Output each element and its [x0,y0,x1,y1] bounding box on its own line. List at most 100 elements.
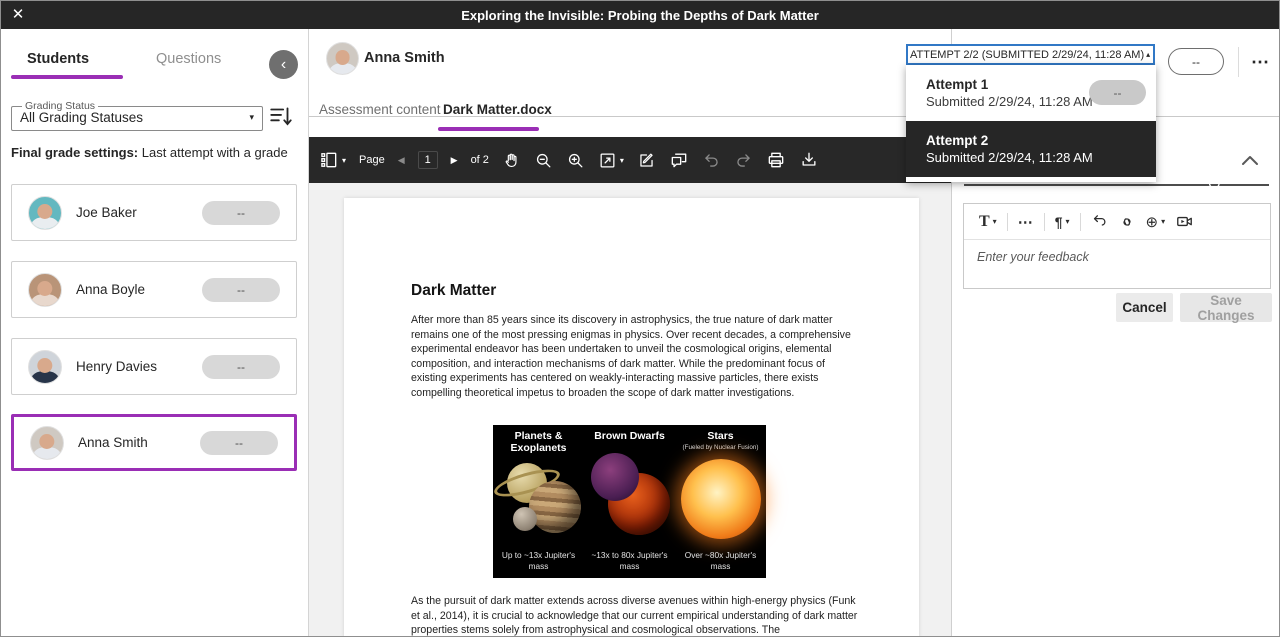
page-total-label: of 2 [471,154,489,166]
sort-students-button[interactable] [267,103,295,131]
edit-pencil-icon [637,151,656,170]
grading-window: ✕ Exploring the Invisible: Probing the D… [0,0,1280,637]
feedback-editor-toolbar: T ▾ ⋯ ¶ ▾ [964,204,1270,240]
download-icon [799,150,819,170]
annotate-button[interactable] [637,151,656,170]
document-paragraph: After more than 85 years since its disco… [411,313,861,401]
document-paragraph: As the pursuit of dark matter extends ac… [411,594,861,637]
attempt-selector-value: ATTEMPT 2/2 (SUBMITTED 2/29/24, 11:28 AM… [910,49,1144,61]
zoom-in-button[interactable] [566,151,585,170]
page-number-input[interactable] [418,151,438,169]
page-layout-button[interactable]: ▾ [319,150,346,170]
download-button[interactable] [799,150,819,170]
video-camera-icon [1175,212,1194,231]
attempt-2-option[interactable]: Attempt 2 Submitted 2/29/24, 11:28 AM [906,121,1156,177]
chevron-down-icon: ▾ [1161,217,1165,226]
insert-link-button[interactable] [1118,213,1136,231]
chevron-down-icon: ▾ [993,217,997,226]
save-changes-button[interactable]: Save Changes [1180,293,1272,322]
grade-pill-button[interactable]: -- [202,355,280,379]
cancel-button[interactable]: Cancel [1116,293,1173,322]
tab-active-underline [11,75,123,79]
zoom-out-icon [534,151,553,170]
student-card-joe-baker[interactable]: Joe Baker -- [11,184,297,241]
insert-content-button[interactable]: ⊕ ▾ [1146,213,1166,231]
avatar [28,350,62,384]
text-style-icon: T [979,213,990,231]
search-document-button[interactable] [1206,175,1225,199]
previous-page-button[interactable]: ◀ [398,155,405,166]
tab-active-underline [438,127,539,131]
paragraph-icon: ¶ [1055,214,1063,230]
grading-status-select[interactable]: Grading Status All Grading Statuses ▾ [11,100,263,131]
attempt-grade-pill[interactable]: -- [1089,80,1146,105]
student-card-henry-davies[interactable]: Henry Davies -- [11,338,297,395]
next-page-button[interactable]: ▶ [451,155,458,166]
figure-heading: Stars [675,431,766,443]
grading-status-value: All Grading Statuses [20,110,143,125]
paragraph-style-button[interactable]: ¶ ▾ [1055,214,1070,230]
current-student-name: Anna Smith [364,50,445,66]
moon-graphic [513,507,537,531]
text-style-button[interactable]: T ▾ [979,213,997,231]
record-video-button[interactable] [1175,212,1194,231]
grade-pill-button[interactable]: -- [202,278,280,302]
undo-icon [1091,213,1108,230]
figure-heading: Brown Dwarfs [584,431,675,443]
collapse-sidebar-button[interactable]: ‹ [269,50,298,79]
student-card-anna-boyle[interactable]: Anna Boyle -- [11,261,297,318]
attempt-grade-pill-button[interactable]: -- [1168,48,1224,75]
more-options-button[interactable]: ⋯ [1245,49,1275,75]
student-name: Anna Smith [78,435,200,450]
link-icon [1118,213,1136,231]
student-name: Joe Baker [76,205,202,220]
tab-questions[interactable]: Questions [156,51,221,67]
fit-page-icon [598,151,617,170]
attempt-title: Attempt 2 [926,133,1156,148]
comments-button[interactable] [669,150,689,170]
editor-undo-button[interactable] [1091,213,1108,230]
pdf-viewer-toolbar: ▾ Page ◀ ▶ of 2 [309,137,951,183]
avatar [28,273,62,307]
redo-icon [734,151,753,170]
tab-students[interactable]: Students [27,51,89,67]
avatar [28,196,62,230]
attempt-subtitle: Submitted 2/29/24, 11:28 AM [926,150,1156,165]
tab-dark-matter-docx[interactable]: Dark Matter.docx [443,102,552,117]
figure-caption: ~13x to 80x Jupiter's mass [584,550,675,571]
chevron-up-icon: ▴ [1146,50,1150,59]
collapse-feedback-button[interactable] [1237,151,1263,173]
feedback-input[interactable] [964,240,1270,288]
fit-to-page-button[interactable]: ▾ [598,151,624,170]
print-button[interactable] [766,150,786,170]
grade-pill-button[interactable]: -- [200,431,278,455]
jupiter-graphic [529,481,581,533]
toolbar-separator [1044,213,1045,231]
final-grade-settings-value: Last attempt with a grade [138,145,288,160]
comment-bubbles-icon [669,150,689,170]
pan-tool-button[interactable] [502,151,521,170]
page-thumbnails-icon [319,150,339,170]
avatar [326,42,359,75]
chevron-up-icon [1240,154,1260,168]
grade-pill-button[interactable]: -- [202,201,280,225]
student-card-anna-smith[interactable]: Anna Smith -- [11,414,297,471]
figure-column-planets: Planets & Exoplanets Up to ~13x Jupiter'… [493,425,584,578]
zoom-out-button[interactable] [534,151,553,170]
sidebar-tabs: Students Questions ‹ [1,29,308,85]
more-formatting-button[interactable]: ⋯ [1018,213,1034,231]
toolbar-separator [1080,213,1081,231]
attempt-1-option[interactable]: Attempt 1 Submitted 2/29/24, 11:28 AM -- [906,65,1156,121]
redo-button[interactable] [734,151,753,170]
main-panel: Anna Smith Assessment content Dark Matte… [309,29,951,637]
tab-assessment-content[interactable]: Assessment content [319,102,441,117]
sort-icon [268,103,294,129]
page-label: Page [359,154,385,166]
top-bar: ✕ Exploring the Invisible: Probing the D… [1,1,1279,29]
undo-icon [702,151,721,170]
student-name: Henry Davies [76,359,202,374]
document-viewport[interactable]: Dark Matter After more than 85 years sin… [309,183,951,637]
chevron-left-icon: ‹ [281,56,286,73]
undo-button[interactable] [702,151,721,170]
attempt-selector[interactable]: ATTEMPT 2/2 (SUBMITTED 2/29/24, 11:28 AM… [906,44,1155,65]
